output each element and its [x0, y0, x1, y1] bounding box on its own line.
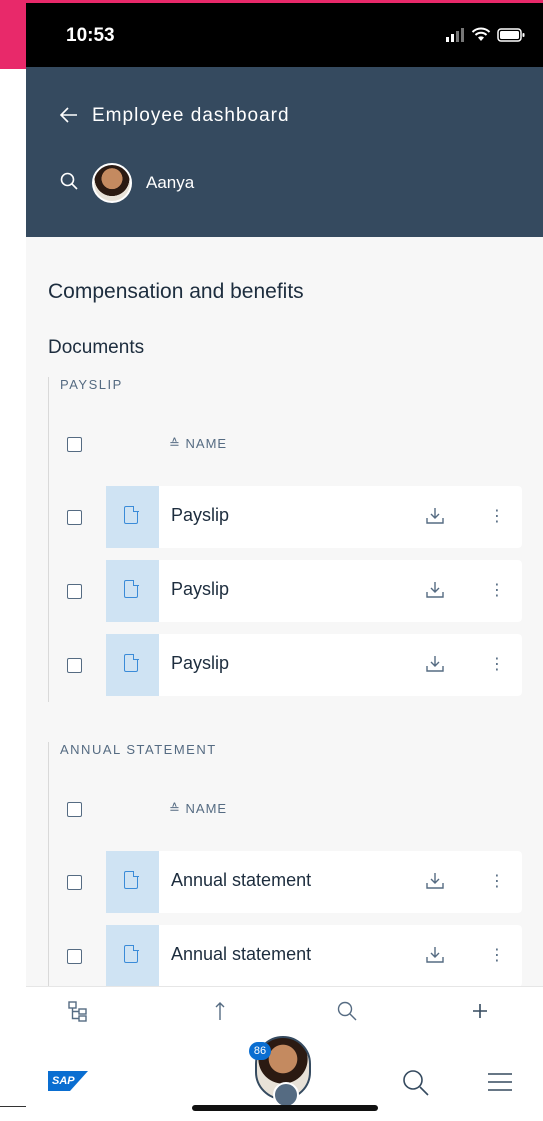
- row-checkbox[interactable]: [67, 949, 82, 964]
- document-card[interactable]: Payslip ⋮: [106, 634, 522, 696]
- list-item[interactable]: Annual statement ⋮: [49, 851, 543, 913]
- document-name[interactable]: Annual statement: [171, 944, 311, 965]
- wifi-icon: [471, 27, 491, 41]
- app-header: Employee dashboard Aanya: [26, 67, 543, 237]
- search-icon[interactable]: [60, 172, 78, 194]
- download-icon[interactable]: [426, 655, 444, 673]
- document-card[interactable]: Payslip ⋮: [106, 486, 522, 548]
- document-icon: [124, 653, 139, 672]
- row-checkbox[interactable]: [67, 510, 82, 525]
- document-thumbnail: [106, 560, 159, 622]
- column-header-row: ≙ NAME: [49, 435, 543, 465]
- bottom-navigation: SAP 86: [26, 1036, 543, 1121]
- download-icon[interactable]: [426, 872, 444, 890]
- document-thumbnail: [106, 634, 159, 696]
- status-time: 10:53: [66, 25, 115, 46]
- document-name[interactable]: Payslip: [171, 505, 229, 526]
- notification-badge: 86: [249, 1042, 271, 1060]
- sap-logo[interactable]: SAP: [48, 1071, 88, 1091]
- battery-icon: [497, 27, 525, 42]
- search-icon[interactable]: [335, 999, 359, 1023]
- signal-icon: [446, 27, 464, 42]
- add-icon[interactable]: [468, 999, 492, 1023]
- user-row: Aanya: [60, 163, 194, 203]
- download-icon[interactable]: [426, 946, 444, 964]
- page-title: Employee dashboard: [92, 105, 290, 126]
- search-icon[interactable]: [401, 1068, 429, 1096]
- row-checkbox[interactable]: [67, 584, 82, 599]
- arrow-up-icon[interactable]: [208, 999, 232, 1023]
- screen-border-tab: [0, 0, 26, 69]
- annual-statement-group: ANNUAL STATEMENT ≙ NAME Annual statement…: [48, 742, 543, 1002]
- document-icon: [124, 870, 139, 889]
- arrow-left-icon[interactable]: [59, 106, 78, 126]
- divider-line: [0, 1106, 26, 1107]
- document-icon: [124, 505, 139, 524]
- document-icon: [124, 944, 139, 963]
- list-item[interactable]: Payslip ⋮: [49, 486, 543, 548]
- more-vertical-icon[interactable]: ⋮: [489, 946, 505, 964]
- download-icon[interactable]: [426, 581, 444, 599]
- user-avatar[interactable]: [92, 163, 132, 203]
- more-vertical-icon[interactable]: ⋮: [489, 872, 505, 890]
- more-vertical-icon[interactable]: ⋮: [489, 655, 505, 673]
- menu-icon[interactable]: [487, 1072, 513, 1092]
- documents-title: Documents: [48, 337, 145, 358]
- list-item[interactable]: Annual statement ⋮: [49, 925, 543, 987]
- list-item[interactable]: Payslip ⋮: [49, 560, 543, 622]
- document-thumbnail: [106, 851, 159, 913]
- payslip-group: PAYSLIP ≙ NAME Payslip ⋮ Payslip ⋮ Paysl…: [48, 377, 543, 702]
- phone-screen: 10:53 Employee dashboard Aanya Compensat…: [26, 3, 543, 1121]
- document-name[interactable]: Annual statement: [171, 870, 311, 891]
- back-row: Employee dashboard: [59, 105, 290, 127]
- group-label: PAYSLIP: [60, 377, 123, 392]
- row-checkbox[interactable]: [67, 875, 82, 890]
- select-all-checkbox[interactable]: [67, 802, 82, 817]
- section-title: Compensation and benefits: [48, 280, 304, 303]
- status-bar: 10:53: [26, 3, 543, 67]
- download-icon[interactable]: [426, 507, 444, 525]
- document-card[interactable]: Payslip ⋮: [106, 560, 522, 622]
- hierarchy-icon[interactable]: [66, 999, 90, 1023]
- name-column-header[interactable]: ≙ NAME: [169, 801, 227, 817]
- status-icons: [445, 27, 525, 42]
- document-thumbnail: [106, 925, 159, 987]
- document-name[interactable]: Payslip: [171, 579, 229, 600]
- home-indicator: [192, 1105, 378, 1111]
- list-item[interactable]: Payslip ⋮: [49, 634, 543, 696]
- document-name[interactable]: Payslip: [171, 653, 229, 674]
- name-column-header[interactable]: ≙ NAME: [169, 436, 227, 452]
- select-all-checkbox[interactable]: [67, 437, 82, 452]
- document-card[interactable]: Annual statement ⋮: [106, 925, 522, 987]
- column-header-row: ≙ NAME: [49, 800, 543, 830]
- user-name[interactable]: Aanya: [146, 173, 194, 193]
- document-thumbnail: [106, 486, 159, 548]
- more-vertical-icon[interactable]: ⋮: [489, 507, 505, 525]
- document-icon: [124, 579, 139, 598]
- more-vertical-icon[interactable]: ⋮: [489, 581, 505, 599]
- row-checkbox[interactable]: [67, 658, 82, 673]
- bottom-toolbar: [26, 986, 543, 1037]
- group-label: ANNUAL STATEMENT: [60, 742, 217, 757]
- document-card[interactable]: Annual statement ⋮: [106, 851, 522, 913]
